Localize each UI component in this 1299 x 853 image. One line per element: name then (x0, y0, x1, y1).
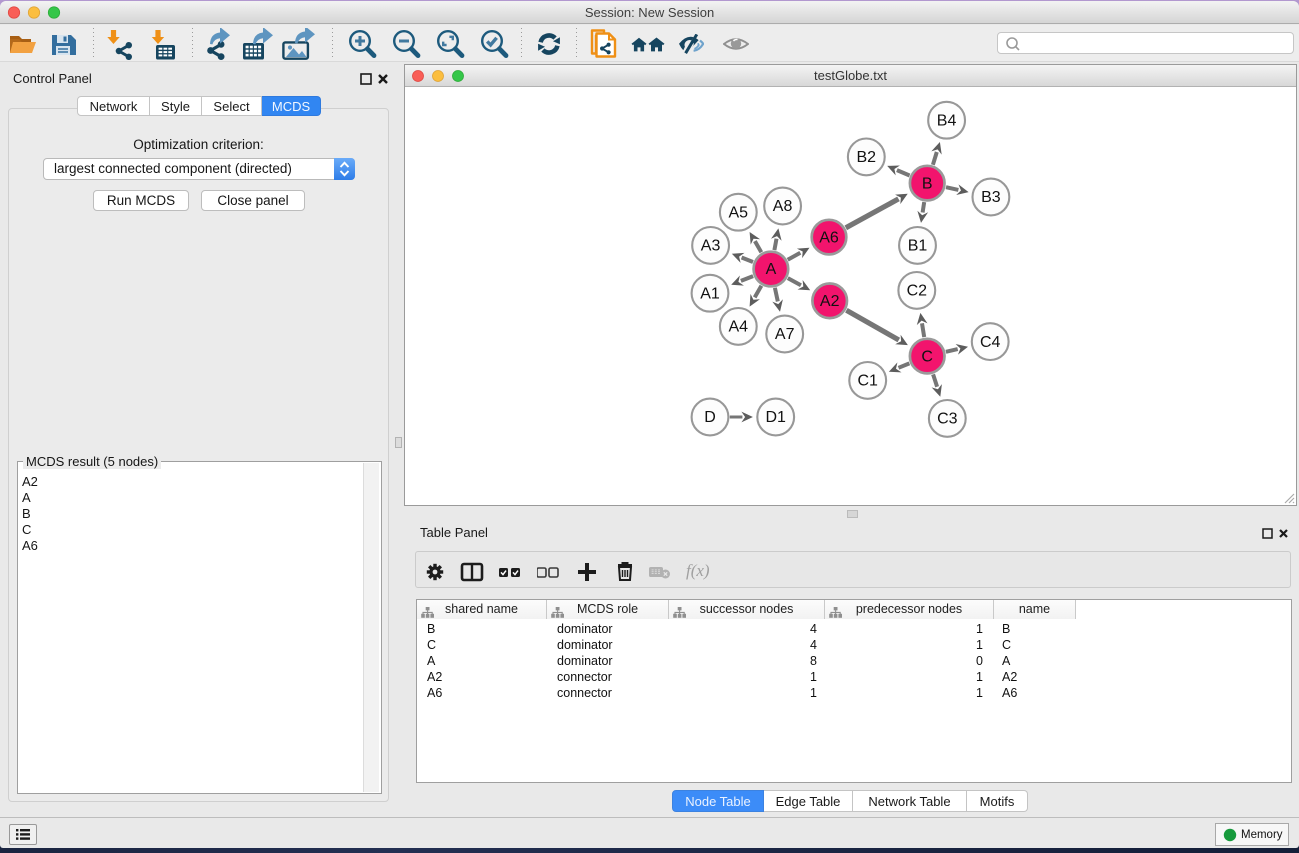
svg-text:D1: D1 (765, 409, 786, 426)
svg-text:B1: B1 (908, 238, 928, 255)
svg-text:C4: C4 (980, 334, 1001, 351)
svg-text:A7: A7 (775, 326, 795, 343)
svg-text:B2: B2 (857, 149, 877, 166)
svg-text:B4: B4 (937, 112, 957, 129)
svg-text:A8: A8 (773, 198, 793, 215)
svg-text:C1: C1 (857, 373, 878, 390)
svg-text:A1: A1 (700, 285, 720, 302)
svg-text:B3: B3 (981, 189, 1001, 206)
svg-text:A2: A2 (820, 293, 840, 310)
svg-text:D: D (704, 409, 716, 426)
svg-text:A4: A4 (729, 319, 749, 336)
svg-text:C: C (921, 348, 933, 365)
svg-text:A6: A6 (819, 229, 839, 246)
svg-text:C3: C3 (937, 411, 958, 428)
svg-text:C2: C2 (907, 283, 928, 300)
svg-text:B: B (922, 175, 933, 192)
svg-text:A5: A5 (729, 204, 749, 221)
svg-text:A: A (766, 261, 777, 278)
svg-text:A3: A3 (701, 238, 721, 255)
